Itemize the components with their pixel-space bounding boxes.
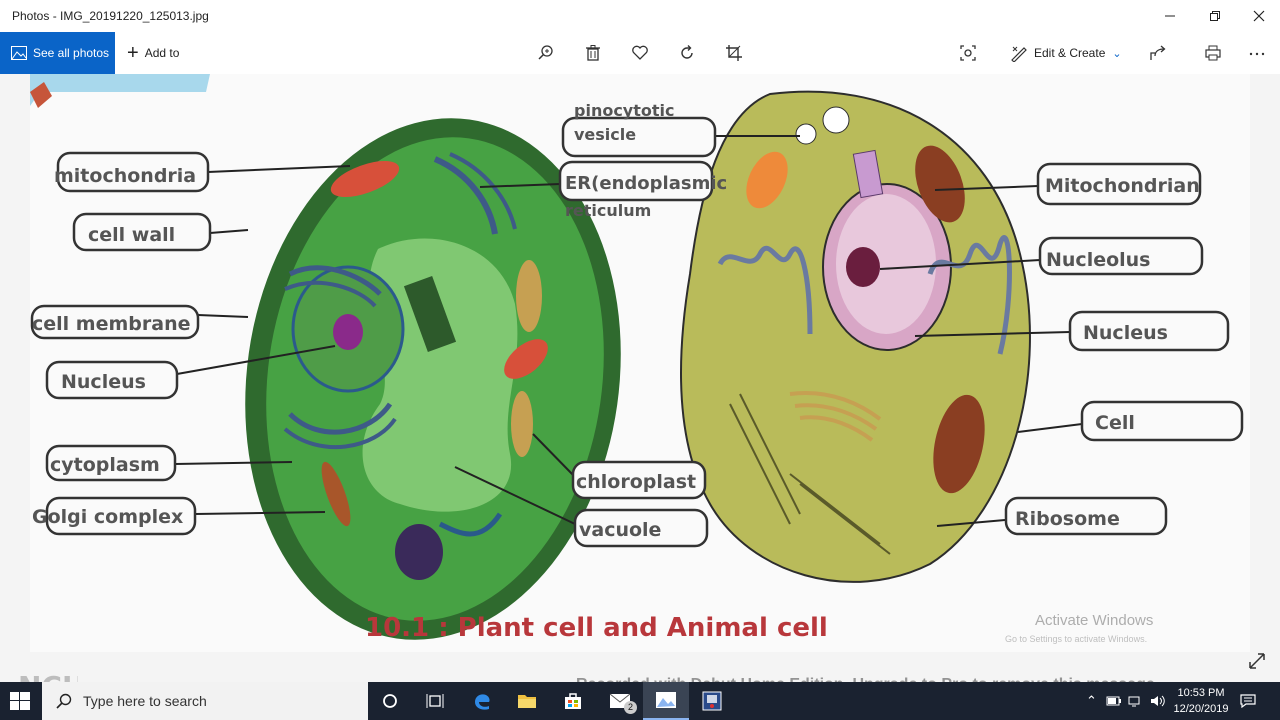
windows-start-icon[interactable]: [10, 692, 30, 710]
mail-button[interactable]: 2: [597, 682, 643, 720]
label-cell-membrane: cell membrane: [32, 313, 190, 335]
print-icon: [1205, 45, 1221, 61]
delete-button[interactable]: [580, 40, 606, 66]
label-animal-nucleus: Nucleus: [1083, 322, 1168, 344]
print-button[interactable]: [1200, 40, 1226, 66]
label-cell-wall: cell wall: [88, 224, 175, 246]
action-center-icon[interactable]: [1240, 682, 1256, 720]
folder-icon: [518, 695, 536, 708]
search-placeholder: Type here to search: [83, 693, 207, 709]
label-chloroplast: chloroplast: [576, 471, 696, 493]
favorite-button[interactable]: [627, 40, 653, 66]
label-plant-nucleus: Nucleus: [61, 371, 146, 393]
label-mitochondria: mitochondria: [54, 165, 196, 187]
tray-chevron-up-icon[interactable]: ⌃: [1086, 682, 1097, 720]
cortana-icon: [383, 694, 397, 708]
clock[interactable]: 10:53 PM 12/20/2019: [1164, 685, 1238, 717]
store-icon: [565, 693, 581, 709]
chevron-down-icon: ⌄: [1112, 47, 1122, 60]
title-bar: Photos - IMG_20191220_125013.jpg: [0, 0, 1280, 32]
clock-date: 12/20/2019: [1173, 703, 1229, 715]
recorder-icon: [702, 691, 722, 711]
photos-icon: [11, 46, 27, 60]
delete-icon: [586, 45, 600, 61]
restore-icon: [1210, 11, 1220, 21]
label-reticulum: reticulum: [565, 201, 651, 220]
label-cytoplasm: cytoplasm: [50, 454, 160, 476]
more-icon: [1249, 52, 1265, 56]
label-vesicle: vesicle: [574, 125, 636, 144]
zoom-icon: [538, 45, 553, 60]
label-ribosome: Ribosome: [1015, 508, 1120, 530]
minimize-button[interactable]: [1147, 0, 1193, 32]
toolbar: See all photos + Add to Edit & Create ⌄: [0, 32, 1280, 74]
see-all-photos-label: See all photos: [33, 46, 110, 60]
plus-icon: +: [127, 41, 139, 64]
add-to-label: Add to: [144, 46, 180, 60]
edit-create-button[interactable]: Edit & Create ⌄: [1010, 32, 1122, 74]
photo-image: mitochondria cell wall cell membrane Nuc…: [30, 74, 1250, 652]
enhance-icon: [960, 45, 976, 61]
activate-windows-text: Activate Windows: [1035, 612, 1154, 629]
share-icon: [1150, 45, 1166, 60]
mail-badge: 2: [624, 701, 637, 714]
search-icon: [56, 693, 72, 709]
store-button[interactable]: [550, 682, 596, 720]
edit-icon: [1011, 46, 1027, 62]
label-vacuole: vacuole: [579, 519, 661, 541]
photos-app-icon: [656, 692, 676, 708]
favorite-icon: [632, 45, 648, 60]
label-cell: Cell: [1095, 412, 1135, 434]
label-golgi-complex: Golgi complex: [32, 506, 183, 528]
rotate-icon: [681, 45, 693, 59]
edge-icon: [475, 694, 490, 710]
crop-button[interactable]: [721, 40, 747, 66]
taskbar-search[interactable]: Type here to search: [42, 682, 368, 720]
fullscreen-icon[interactable]: [1246, 650, 1268, 672]
see-all-photos-button[interactable]: See all photos: [0, 32, 115, 74]
file-explorer-button[interactable]: [504, 682, 550, 720]
network-icon[interactable]: [1128, 682, 1144, 720]
clock-time: 10:53 PM: [1177, 687, 1225, 699]
photo-viewer[interactable]: mitochondria cell wall cell membrane Nuc…: [0, 74, 1280, 703]
animal-cell: [680, 90, 1031, 583]
minimize-icon: [1165, 15, 1175, 17]
edge-button[interactable]: [459, 682, 505, 720]
task-view-button[interactable]: [412, 682, 458, 720]
enhance-button[interactable]: [955, 40, 981, 66]
cortana-button[interactable]: [367, 682, 413, 720]
add-to-button[interactable]: + Add to: [127, 32, 179, 74]
diagram-caption: 10.1 : Plant cell and Animal cell: [365, 613, 828, 643]
recorder-app-button[interactable]: [689, 682, 735, 720]
close-button[interactable]: [1236, 0, 1280, 32]
activate-windows-subtext: Go to Settings to activate Windows.: [1005, 634, 1148, 644]
cell-diagram: mitochondria cell wall cell membrane Nuc…: [30, 74, 1250, 652]
more-button[interactable]: [1244, 40, 1270, 66]
task-view-icon: [426, 694, 444, 708]
crop-icon: [726, 45, 742, 61]
taskbar: Type here to search 2 ⌃ 10:53 PM 12/20/2…: [0, 682, 1280, 720]
label-mitochondrian: Mitochondrian: [1045, 175, 1200, 197]
label-pinocytotic: pinocytotic: [574, 101, 675, 120]
photos-app-button[interactable]: [643, 682, 689, 720]
label-er: ER(endoplasmic: [565, 173, 727, 194]
label-nucleolus: Nucleolus: [1046, 249, 1151, 271]
restore-button[interactable]: [1192, 0, 1238, 32]
rotate-button[interactable]: [674, 40, 700, 66]
edit-create-label: Edit & Create: [1034, 46, 1106, 60]
share-button[interactable]: [1145, 40, 1171, 66]
zoom-button[interactable]: [533, 40, 559, 66]
battery-icon[interactable]: [1106, 682, 1122, 720]
close-icon: [1253, 10, 1265, 22]
window-title: Photos - IMG_20191220_125013.jpg: [12, 9, 209, 23]
